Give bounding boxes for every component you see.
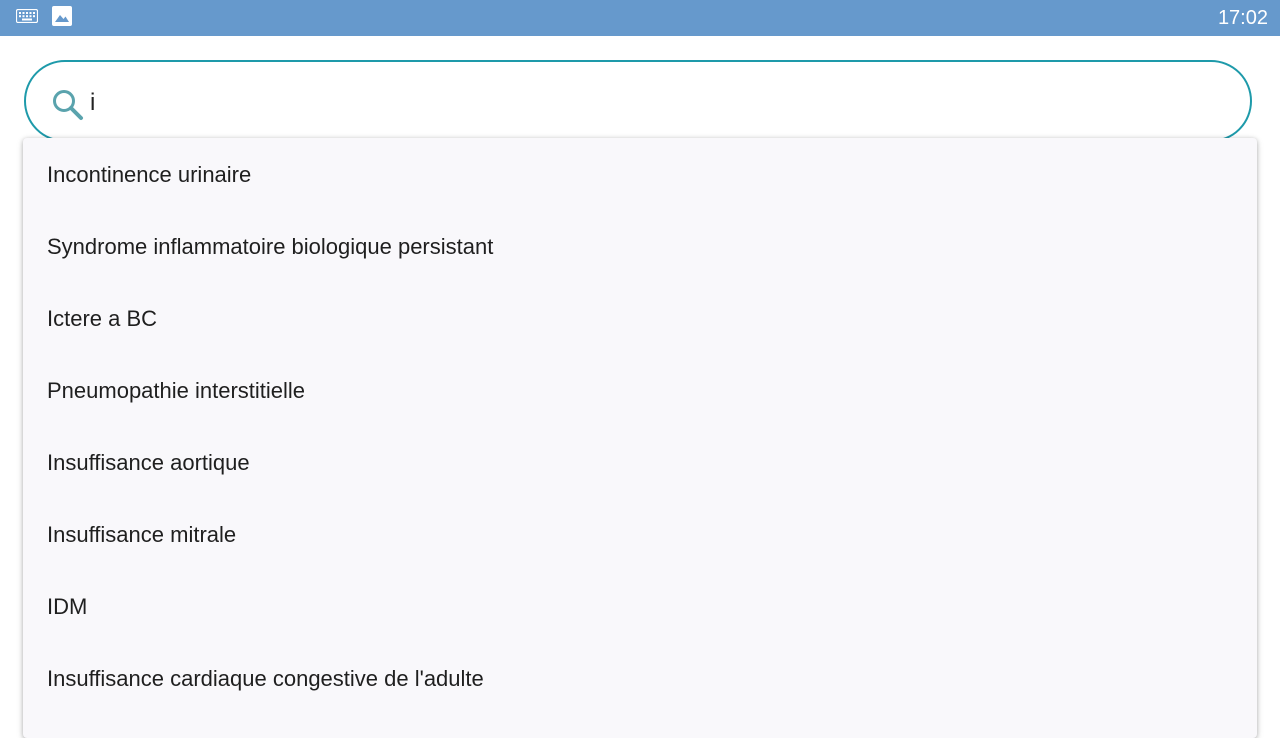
search-box[interactable] [24, 60, 1252, 142]
search-icon [51, 88, 85, 122]
suggestion-item[interactable]: IDM [23, 570, 1257, 642]
status-icons [15, 5, 72, 31]
suggestion-item[interactable]: Incontinence urinaire [23, 138, 1257, 210]
suggestion-list: Incontinence urinaire Syndrome inflammat… [23, 138, 1257, 738]
suggestion-item[interactable]: Ictere a BC [23, 282, 1257, 354]
search-input[interactable] [90, 80, 1190, 126]
status-bar: 17:02 [0, 0, 1280, 36]
image-icon [52, 5, 72, 31]
suggestion-item[interactable]: Insuffisance cardiaque congestive de l'a… [23, 642, 1257, 714]
suggestion-item[interactable]: Insuffisance aortique [23, 426, 1257, 498]
suggestion-item[interactable]: Syndrome inflammatoire biologique persis… [23, 210, 1257, 282]
suggestion-item[interactable]: Pneumopathie interstitielle [23, 354, 1257, 426]
suggestion-item[interactable]: Insuffisance mitrale [23, 498, 1257, 570]
keyboard-icon [15, 8, 39, 28]
status-time: 17:02 [1217, 7, 1268, 29]
